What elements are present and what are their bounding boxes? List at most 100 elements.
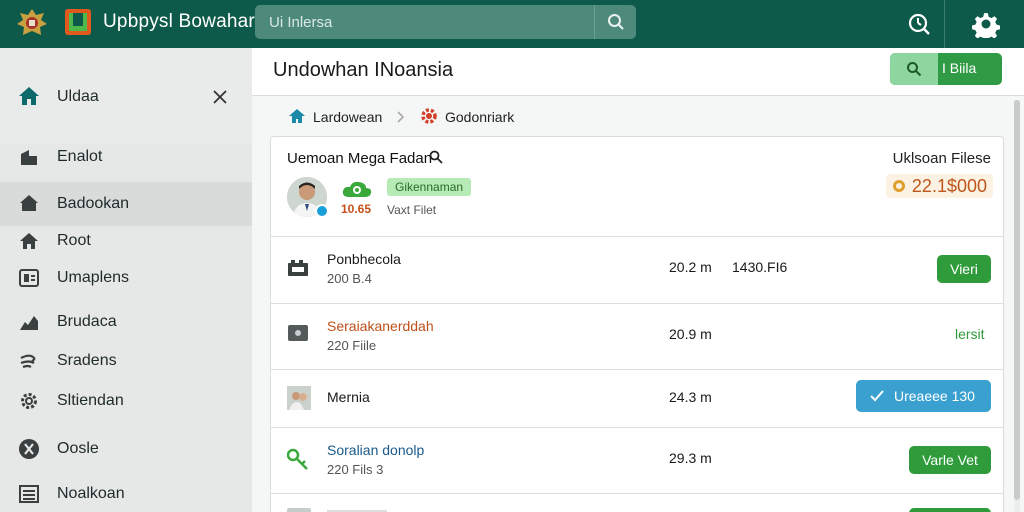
sidebar-item-umaplens[interactable]: Umaplens [0,258,252,298]
search-icon [907,62,922,77]
sidebar-item-label: Noalkoan [57,485,125,502]
amount-display: 22.1$000 [885,174,993,198]
table-row[interactable]: Seraiakanerddah 220 Fiile 20.9 m lersit [271,304,1003,370]
file-name[interactable]: Mernia [327,389,370,405]
sidebar-item-label: Oosle [57,440,99,457]
sidebar-item-badookan[interactable]: Badookan [0,182,252,226]
header-search-button[interactable] [890,53,938,85]
folder-icon [288,260,308,276]
sidebar-item-sltiendan[interactable]: Sltiendan [0,381,252,421]
sidebar-item-label: Enalot [57,148,103,165]
sidebar-item-sradens[interactable]: Sradens [0,341,252,381]
close-sidebar-button[interactable] [209,86,231,108]
home-icon [289,109,305,123]
view-button[interactable]: Vieri [937,255,991,283]
global-search[interactable] [255,5,636,39]
sidebar-item-root[interactable]: Root [0,221,252,261]
sidebar-item-label: Umaplens [57,269,130,286]
grid-icon [18,268,40,288]
national-emblem-icon [17,9,47,35]
file-meta: 220 Fils 3 [327,462,384,477]
top-bar: Upbpysl Bowahar [0,0,1024,48]
close-icon [213,90,227,104]
vote-button[interactable]: Varle Vet [909,446,991,474]
search-icon[interactable] [429,150,443,164]
page-title: Undowhan INoansia [273,59,454,81]
sidebar-item-label: Brudaca [57,313,117,330]
home-icon [18,231,40,251]
table-row[interactable]: Soralian donolp 220 Fils 3 29.3 m Varle … [271,428,1003,494]
file-card: Uemoan Mega Fadan Uklsoan Filese 10.65 G… [270,136,1004,512]
image-thumbnail-icon [287,386,311,410]
file-size: 29.3 m [669,450,712,466]
wind-icon [18,351,40,371]
header-action-button[interactable]: I Biila [942,60,976,76]
home-icon [19,87,39,105]
table-row[interactable]: Ponbhecola 200 B.4 20.2 m 1430.FI6 Vieri [271,237,1003,304]
table-row[interactable]: Mernia 24.3 m Ureaeee 130 [271,370,1003,428]
file-meta: 200 B.4 [327,271,372,286]
breadcrumb-item-second[interactable]: Godonriark [445,109,514,125]
amount-value: 22.1$000 [911,176,987,196]
card-count: 10.65 [341,202,372,216]
scrollbar[interactable] [1014,100,1020,512]
file-name[interactable]: Seraiakanerddah [327,318,434,334]
card-title: Uemoan Mega Fadan [287,150,433,167]
topbar-divider [944,0,945,48]
search-icon [607,14,624,30]
key-icon [287,448,308,470]
gear-icon [421,108,437,124]
sidebar-header: Uldaa [0,48,252,144]
card-header: Uemoan Mega Fadan Uklsoan Filese 10.65 G… [271,137,1003,237]
building-icon [18,147,40,167]
sidebar-item-label: Sradens [57,352,117,369]
cloud-gear-icon [342,181,372,197]
list-icon [18,484,40,504]
check-icon [870,390,884,402]
file-meta: 220 Fiile [327,338,377,353]
gear-icon [18,391,40,411]
file-size: 24.3 m [669,389,712,405]
file-box-icon [288,325,308,341]
sidebar-item-label: Sltiendan [57,392,124,409]
compass-icon [18,439,40,459]
scrollbar-thumb[interactable] [1014,100,1020,500]
chart-icon [18,312,40,332]
search-button[interactable] [594,5,636,39]
sidebar-item-noalkoan[interactable]: Noalkoan [0,474,252,512]
sidebar-header-label: Uldaa [57,88,99,105]
action-link[interactable]: lersit [955,326,985,342]
history-button[interactable] [897,4,941,44]
file-name[interactable]: Ponbhecola [327,251,401,267]
sidebar-item-label: Badookan [57,195,130,212]
file-size: 20.9 m [669,326,712,342]
house-icon [18,193,40,213]
breadcrumb-item-first[interactable]: Lardowean [313,109,382,125]
app-logo-icon[interactable] [64,8,92,36]
row-button[interactable] [909,508,991,512]
settings-button[interactable] [964,4,1008,44]
sidebar-item-brudaca[interactable]: Brudaca [0,302,252,342]
clock-search-icon [908,13,930,35]
card-right-title: Uklsoan Filese [892,150,991,167]
file-size: 20.2 m [669,259,712,275]
search-input[interactable] [269,5,589,39]
update-button[interactable]: Ureaeee 130 [856,380,991,412]
avatar-status-badge [315,204,329,218]
sidebar-item-oosle[interactable]: Oosle [0,429,252,469]
sidebar: Uldaa Enalot Badookan Root Umaplens Brud… [0,48,252,512]
gear-icon [972,13,1000,38]
table-row[interactable] [271,494,1003,512]
main-panel: Undowhan INoansia I Biila Lardowean Godo… [252,48,1024,512]
status-badge: Gikennaman [387,178,472,196]
coin-icon [892,180,905,192]
header-action-group: I Biila [890,53,1002,85]
app-title: Upbpysl Bowahar [103,11,255,32]
sidebar-item-enalot[interactable]: Enalot [0,137,252,177]
row-thumbnail [287,508,311,512]
card-subtitle: Vaxt Filet [387,203,437,217]
update-button-label: Ureaeee 130 [894,388,975,404]
main-header: Undowhan INoansia I Biila [252,48,1024,96]
file-extra: 1430.FI6 [732,259,788,275]
file-name[interactable]: Soralian donolp [327,442,424,458]
